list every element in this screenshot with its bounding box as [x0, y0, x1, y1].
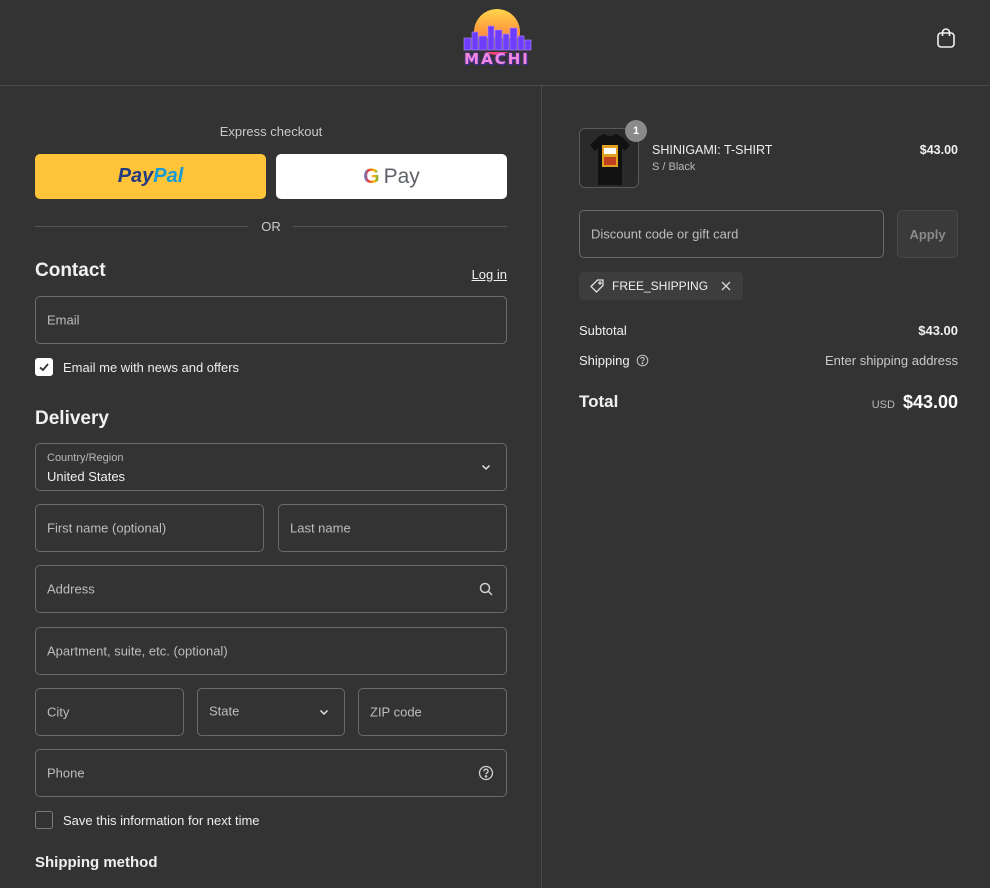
apartment-placeholder: Apartment, suite, etc. (optional) [47, 643, 228, 659]
chevron-down-icon [316, 704, 332, 720]
subtotal-row: Subtotal $43.00 [579, 323, 958, 341]
save-info-checkbox-row[interactable]: Save this information for next time [35, 811, 260, 829]
shipping-row: Shipping Enter shipping address [579, 353, 958, 371]
city-placeholder: City [47, 704, 70, 720]
address-placeholder: Address [47, 581, 95, 597]
shipping-method-title: Shipping method [35, 854, 158, 871]
chevron-down-icon [478, 459, 494, 475]
zip-placeholder: ZIP code [370, 704, 422, 720]
zip-field[interactable]: ZIP code [358, 688, 507, 736]
total-row: Total USD $43.00 [579, 392, 958, 416]
address-field[interactable]: Address [35, 565, 507, 613]
save-info-checkbox[interactable] [35, 811, 53, 829]
close-icon[interactable] [719, 279, 733, 293]
discount-code-field[interactable]: Discount code or gift card [579, 210, 884, 258]
discount-placeholder: Discount code or gift card [591, 226, 739, 242]
state-select[interactable]: State [197, 688, 345, 736]
google-pay-button[interactable]: G Pay [276, 154, 507, 199]
product-variant: S / Black [652, 161, 696, 173]
first-name-placeholder: First name (optional) [47, 520, 167, 536]
google-g-icon: G [363, 164, 380, 188]
header: MACHI [0, 0, 990, 86]
paypal-wordmark-part2: Pal [153, 165, 184, 187]
paypal-button[interactable]: Pay Pal [35, 154, 266, 199]
or-divider: OR [35, 218, 507, 234]
total-amount: $43.00 [902, 392, 958, 412]
order-summary: 1 SHINIGAMI: T-SHIRT S / Black $43.00 Di… [543, 86, 990, 888]
login-link[interactable]: Log in [440, 267, 507, 282]
phone-placeholder: Phone [47, 765, 85, 781]
country-select[interactable]: Country/Region United States [35, 443, 507, 491]
first-name-field[interactable]: First name (optional) [35, 504, 264, 552]
applied-code-label: FREE_SHIPPING [612, 279, 709, 293]
country-label: Country/Region [47, 452, 124, 464]
subtotal-value: $43.00 [918, 323, 958, 338]
product-price: $43.00 [919, 143, 958, 157]
apply-button[interactable]: Apply [897, 210, 958, 258]
newsletter-checkbox[interactable] [35, 358, 53, 376]
checkout-form: Express checkout Pay Pal G Pay OR Contact… [0, 86, 542, 888]
state-placeholder: State [209, 703, 240, 719]
tag-icon [590, 279, 604, 293]
last-name-field[interactable]: Last name [278, 504, 507, 552]
logo-text: MACHI [464, 50, 530, 68]
save-info-label: Save this information for next time [63, 812, 260, 828]
email-placeholder: Email [47, 312, 80, 328]
newsletter-label: Email me with news and offers [63, 359, 240, 375]
quantity-badge: 1 [625, 120, 647, 142]
search-icon [478, 581, 494, 597]
store-logo[interactable]: MACHI [456, 8, 538, 68]
applied-discount-chip: FREE_SHIPPING [579, 272, 744, 300]
checkmark-icon [39, 363, 49, 372]
total-currency: USD [871, 399, 895, 411]
express-checkout-label: Express checkout [219, 124, 323, 139]
shipping-label: Shipping [579, 353, 630, 368]
country-value: United States [47, 469, 126, 484]
help-circle-icon[interactable] [636, 354, 649, 367]
product-name: SHINIGAMI: T-SHIRT [652, 143, 773, 157]
last-name-placeholder: Last name [290, 520, 351, 536]
help-circle-icon[interactable] [478, 765, 494, 781]
shipping-value: Enter shipping address [825, 353, 958, 368]
email-field[interactable]: Email [35, 296, 507, 344]
newsletter-checkbox-row[interactable]: Email me with news and offers [35, 358, 239, 376]
city-field[interactable]: City [35, 688, 184, 736]
google-pay-label: Pay [383, 164, 420, 188]
contact-title: Contact [35, 260, 106, 281]
apartment-field[interactable]: Apartment, suite, etc. (optional) [35, 627, 507, 675]
phone-field[interactable]: Phone [35, 749, 507, 797]
delivery-title: Delivery [35, 408, 109, 429]
subtotal-label: Subtotal [579, 323, 627, 338]
total-label: Total [579, 392, 619, 411]
paypal-wordmark-part1: Pay [117, 165, 154, 187]
shopping-bag-icon[interactable] [934, 26, 958, 50]
